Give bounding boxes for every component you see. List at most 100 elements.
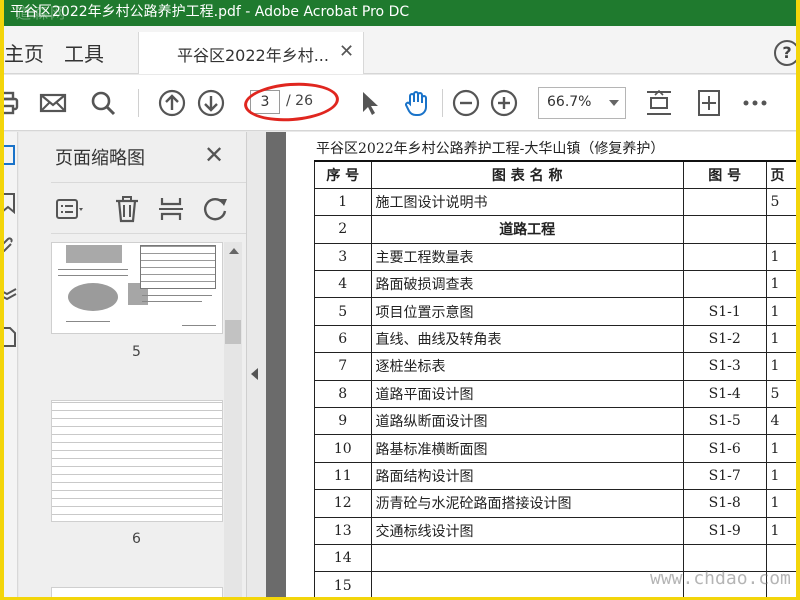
row-figure-number <box>682 187 767 217</box>
red-highlight-circle <box>242 79 341 125</box>
column-header-name: 图 表 名 称 <box>370 159 684 189</box>
print-icon[interactable] <box>4 88 22 118</box>
tab-home[interactable]: 主页 <box>4 38 44 67</box>
zoom-select[interactable]: 66.7% <box>538 87 626 119</box>
bookmark-icon[interactable] <box>4 192 18 214</box>
row-number: 3 <box>314 242 372 272</box>
chevron-down-icon <box>609 100 619 106</box>
row-page: 1 <box>765 270 796 299</box>
row-name <box>370 543 684 573</box>
row-number: 11 <box>314 461 372 491</box>
select-cursor-icon[interactable] <box>354 88 384 118</box>
row-name: 路面破损调查表 <box>370 270 684 299</box>
window-title: 平谷区2022年乡村公路养护工程.pdf - Adobe Acrobat Pro… <box>10 4 410 20</box>
row-name: 路基标准横断面图 <box>370 434 684 463</box>
table-row: 12 沥青砼与水泥砼路面搭接设计图 S1-8 1 <box>314 489 796 518</box>
row-figure-number: S1-1 <box>682 297 767 326</box>
row-number: 10 <box>314 434 372 463</box>
contents-table: 序 号 图 表 名 称 图 号 页 1 施工图设计说明书 5 2 道路工程 3 主要工程数量… <box>314 159 796 597</box>
layers-icon[interactable] <box>4 282 18 304</box>
row-figure-number: S1-3 <box>682 352 767 381</box>
toolbar-divider <box>442 89 443 117</box>
row-number: 2 <box>314 215 372 244</box>
table-row: 13 交通标线设计图 S1-9 1 <box>314 516 796 545</box>
table-row: 8 道路平面设计图 S1-4 5 <box>314 379 796 409</box>
thumbnail-page[interactable] <box>51 242 223 334</box>
insert-page-icon[interactable] <box>157 195 185 223</box>
help-button[interactable]: ? <box>774 40 796 66</box>
thumbnail-panel: 页面缩略图 ✕ 5 6 <box>19 132 247 597</box>
row-number: 15 <box>314 571 372 597</box>
next-page-icon[interactable] <box>196 88 226 118</box>
row-page: 5 <box>765 187 796 217</box>
row-page: 5 <box>765 379 796 409</box>
thumbnail-page-number: 5 <box>132 344 141 360</box>
row-name: 项目位置示意图 <box>370 297 684 326</box>
page-thumbnails-icon[interactable] <box>4 144 18 166</box>
rotate-icon[interactable] <box>201 195 229 223</box>
previous-page-icon[interactable] <box>157 88 187 118</box>
hand-tool-icon[interactable] <box>402 88 432 118</box>
panel-title: 页面缩略图 <box>55 148 145 169</box>
row-name <box>370 571 684 597</box>
tab-close-icon[interactable]: ✕ <box>339 41 354 62</box>
collapse-panel-icon[interactable] <box>251 368 258 380</box>
thumbnail-photo <box>68 283 118 311</box>
row-page: 1 <box>765 324 796 354</box>
row-page: 1 <box>765 242 796 272</box>
fit-page-icon[interactable] <box>644 88 674 118</box>
scroll-up-icon[interactable] <box>229 248 239 254</box>
table-body: 1 施工图设计说明书 5 2 道路工程 3 主要工程数量表 1 4 路面破损调查表 1 5 项目位置示意… <box>314 187 796 597</box>
row-page: 1 <box>765 489 796 518</box>
attachment-icon[interactable] <box>4 236 18 258</box>
zoom-out-icon[interactable] <box>451 88 481 118</box>
table-row: 11 路面结构设计图 S1-7 1 <box>314 461 796 491</box>
row-name: 施工图设计说明书 <box>370 187 684 217</box>
search-icon[interactable] <box>88 88 118 118</box>
row-page: 1 <box>765 352 796 381</box>
row-figure-number <box>682 242 767 272</box>
row-name: 直线、曲线及转角表 <box>370 324 684 354</box>
more-options-icon[interactable] <box>740 88 770 118</box>
column-header-page: 页 <box>765 159 796 189</box>
row-page <box>765 215 796 244</box>
thumbnail-scrollbar[interactable] <box>224 242 242 597</box>
panel-close-icon[interactable]: ✕ <box>204 141 224 169</box>
row-number: 4 <box>314 270 372 299</box>
email-icon[interactable] <box>38 88 68 118</box>
column-header-no: 序 号 <box>314 159 372 189</box>
row-page: 1 <box>765 516 796 545</box>
row-name: 主要工程数量表 <box>370 242 684 272</box>
tab-document[interactable]: 平谷区2022年乡村... ✕ <box>138 32 364 74</box>
document-icon[interactable] <box>4 326 18 348</box>
trash-icon[interactable] <box>113 195 141 223</box>
row-number: 6 <box>314 324 372 354</box>
row-number: 8 <box>314 379 372 409</box>
tab-row: 主页 工具 平谷区2022年乡村... ✕ ? <box>4 26 796 74</box>
thumbnail-page[interactable] <box>51 400 223 522</box>
row-page: 4 <box>765 407 796 436</box>
title-bar: 平谷区2022年乡村公路养护工程.pdf - Adobe Acrobat Pro… <box>4 0 796 26</box>
watermark-bottom-right: www.chdao.com <box>650 568 791 589</box>
row-figure-number: S1-9 <box>682 516 767 545</box>
row-figure-number: S1-6 <box>682 434 767 463</box>
scrollbar-thumb[interactable] <box>225 320 241 344</box>
acrobat-window: 平谷区2022年乡村公路养护工程.pdf - Adobe Acrobat Pro… <box>4 0 796 597</box>
row-number: 1 <box>314 187 372 217</box>
table-row: 1 施工图设计说明书 5 <box>314 187 796 217</box>
row-number: 14 <box>314 543 372 573</box>
row-name: 路面结构设计图 <box>370 461 684 491</box>
zoom-in-icon[interactable] <box>489 88 519 118</box>
row-page: 1 <box>765 461 796 491</box>
thumbnail-options-icon[interactable] <box>55 195 83 223</box>
table-row: 6 直线、曲线及转角表 S1-2 1 <box>314 324 796 354</box>
full-screen-icon[interactable] <box>694 88 724 118</box>
row-name: 道路工程 <box>370 215 684 244</box>
watermark-top-left: 道森网 <box>16 4 68 22</box>
row-name: 道路平面设计图 <box>370 379 684 409</box>
tab-tools[interactable]: 工具 <box>64 38 104 67</box>
row-name: 交通标线设计图 <box>370 516 684 545</box>
thumbnail-page[interactable] <box>51 587 223 597</box>
thumbnail-page-number: 6 <box>132 531 141 547</box>
row-number: 12 <box>314 489 372 518</box>
